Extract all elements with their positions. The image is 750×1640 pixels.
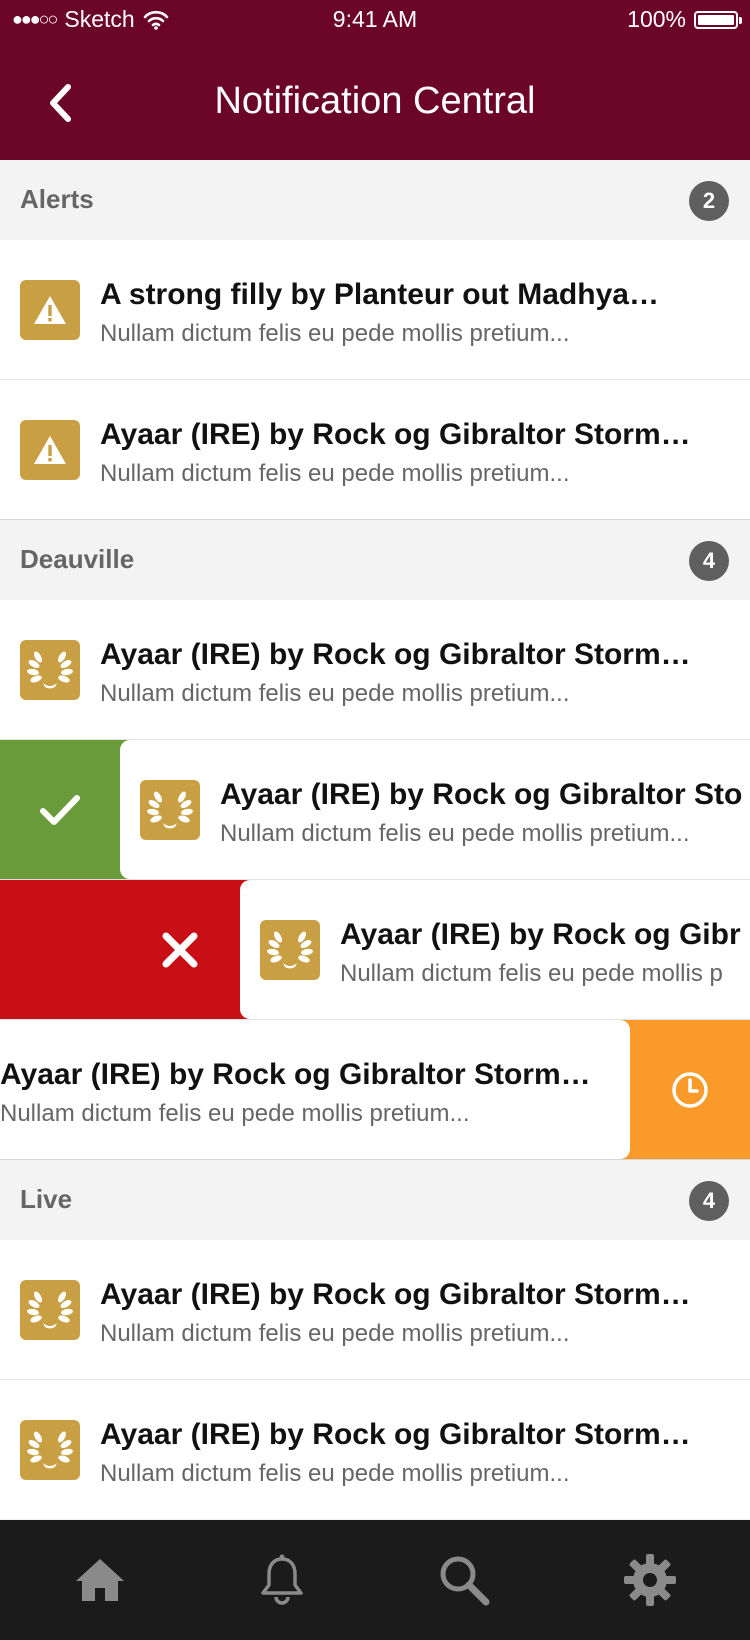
section-label: Alerts bbox=[20, 184, 94, 214]
notification-subtitle: Nullam dictum felis eu pede mollis preti… bbox=[100, 1460, 570, 1487]
notification-row[interactable]: A strong filly by Planteur out Madhya… N… bbox=[0, 240, 750, 380]
laurel-icon bbox=[20, 1280, 80, 1340]
section-label: Deauville bbox=[20, 544, 135, 574]
notification-title: Ayaar (IRE) by Rock og Gibraltor Sto bbox=[220, 778, 743, 811]
notification-row-swiped[interactable]: Ayaar (IRE) by Rock og Gibr Nullam dictu… bbox=[0, 880, 750, 1020]
notification-subtitle: Nullam dictum felis eu pede mollis p bbox=[340, 960, 723, 987]
notification-subtitle: Nullam dictum felis eu pede mollis preti… bbox=[0, 1100, 470, 1127]
tab-notifications[interactable] bbox=[252, 1550, 312, 1610]
notification-title: A strong filly by Planteur out Madhya… bbox=[100, 278, 659, 311]
tab-home[interactable] bbox=[70, 1550, 130, 1610]
search-icon bbox=[440, 1556, 490, 1606]
notification-title: Ayaar (IRE) by Rock og Gibraltor Storm… bbox=[0, 1058, 591, 1091]
count-badge: 4 bbox=[689, 541, 729, 581]
notification-card[interactable]: Ayaar (IRE) by Rock og Gibraltor Storm… … bbox=[0, 1020, 630, 1159]
delete-action-button[interactable] bbox=[120, 880, 240, 1019]
notification-subtitle: Nullam dictum felis eu pede mollis preti… bbox=[100, 680, 570, 707]
notification-subtitle: Nullam dictum felis eu pede mollis preti… bbox=[100, 460, 570, 487]
battery-percent: 100% bbox=[627, 6, 686, 32]
clock-icon bbox=[672, 1071, 708, 1108]
notification-row[interactable]: Ayaar (IRE) by Rock og Gibraltor Storm… … bbox=[0, 600, 750, 740]
status-bar: ●●●○○ Sketch 9:41 AM 100% bbox=[0, 0, 750, 40]
close-icon bbox=[162, 932, 198, 967]
home-icon bbox=[76, 1559, 124, 1601]
section-label: Live bbox=[20, 1184, 73, 1214]
notification-row-swiped[interactable]: Ayaar (IRE) by Rock og Gibraltor Sto Nul… bbox=[0, 740, 750, 880]
warning-icon bbox=[20, 280, 80, 340]
notification-row[interactable]: Ayaar (IRE) by Rock og Gibraltor Storm… … bbox=[0, 1380, 750, 1519]
accept-action-button[interactable] bbox=[0, 740, 120, 879]
notification-title: Ayaar (IRE) by Rock og Gibraltor Storm… bbox=[100, 1418, 691, 1451]
count-badge: 4 bbox=[689, 1181, 729, 1221]
notification-row[interactable]: Ayaar (IRE) by Rock og Gibraltor Storm… … bbox=[0, 380, 750, 519]
notification-row-swiped[interactable]: Ayaar (IRE) by Rock og Gibraltor Storm… … bbox=[0, 1020, 750, 1159]
notification-subtitle: Nullam dictum felis eu pede mollis preti… bbox=[220, 820, 690, 847]
notification-title: Ayaar (IRE) by Rock og Gibr bbox=[340, 918, 741, 951]
laurel-icon bbox=[20, 640, 80, 700]
notification-row[interactable]: Ayaar (IRE) by Rock og Gibraltor Storm… … bbox=[0, 1240, 750, 1380]
tab-search[interactable] bbox=[434, 1550, 494, 1610]
notification-title: Ayaar (IRE) by Rock og Gibraltor Storm… bbox=[100, 638, 691, 671]
tab-settings[interactable] bbox=[620, 1550, 680, 1610]
count-badge: 2 bbox=[689, 181, 729, 221]
laurel-icon bbox=[260, 920, 320, 980]
section-header-live: Live 4 bbox=[0, 1160, 750, 1240]
snooze-action-button[interactable] bbox=[630, 1020, 750, 1159]
notification-subtitle: Nullam dictum felis eu pede mollis preti… bbox=[100, 1320, 570, 1347]
battery-icon bbox=[694, 10, 742, 29]
bell-icon bbox=[261, 1554, 303, 1605]
section-header-deauville: Deauville 4 bbox=[0, 520, 750, 600]
laurel-icon bbox=[20, 1420, 80, 1480]
tab-bar bbox=[0, 1520, 750, 1640]
navigation-header: ●●●○○ Sketch 9:41 AM 100% Notification C… bbox=[0, 0, 750, 160]
checkmark-icon bbox=[40, 794, 80, 825]
gear-icon bbox=[624, 1554, 676, 1606]
laurel-icon bbox=[140, 780, 200, 840]
page-title: Notification Central bbox=[214, 80, 536, 122]
notification-title: Ayaar (IRE) by Rock og Gibraltor Storm… bbox=[100, 418, 691, 451]
warning-icon bbox=[20, 420, 80, 480]
status-right: 100% bbox=[627, 6, 742, 33]
section-header-alerts: Alerts 2 bbox=[0, 160, 750, 240]
notification-title: Ayaar (IRE) by Rock og Gibraltor Storm… bbox=[100, 1278, 691, 1311]
notification-card[interactable]: Ayaar (IRE) by Rock og Gibr Nullam dictu… bbox=[240, 880, 750, 1019]
notification-card[interactable]: Ayaar (IRE) by Rock og Gibraltor Sto Nul… bbox=[120, 740, 750, 879]
notification-subtitle: Nullam dictum felis eu pede mollis preti… bbox=[100, 320, 570, 347]
notification-screen: ●●●○○ Sketch 9:41 AM 100% Notification C… bbox=[0, 0, 750, 1640]
